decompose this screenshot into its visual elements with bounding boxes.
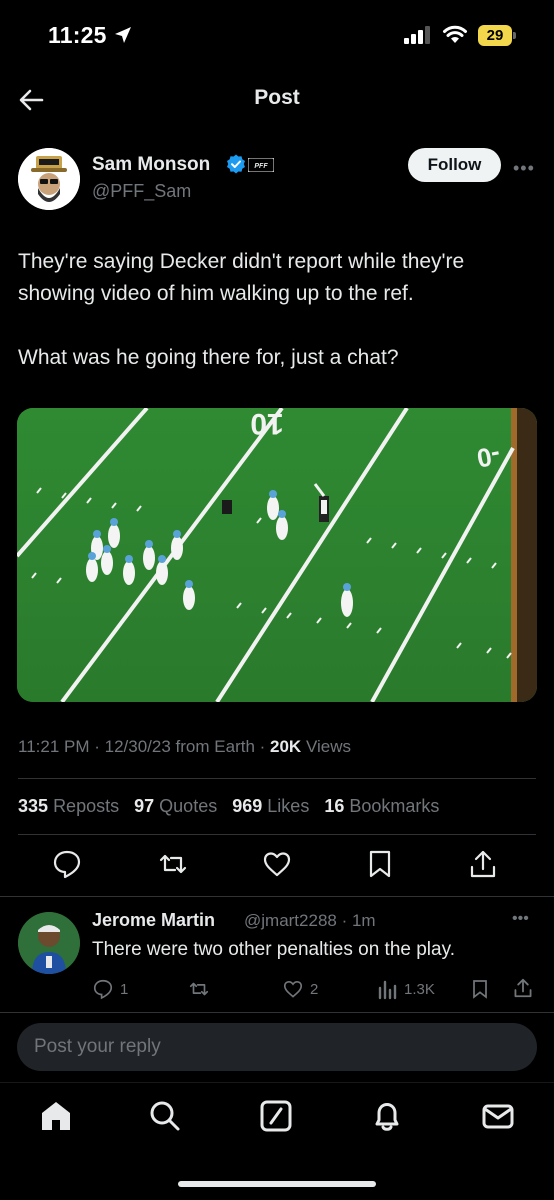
post-author: Sam Monson PFF @PFF_Sam Follow ••• — [18, 148, 538, 214]
reply-reply-button[interactable]: 1 — [92, 978, 128, 1000]
reply-likes-count: 2 — [310, 980, 319, 998]
pff-badge-text: PFF — [254, 163, 268, 170]
reply-bookmark-icon[interactable] — [470, 978, 490, 1000]
grok-icon[interactable] — [259, 1099, 293, 1133]
like-icon — [283, 980, 303, 998]
post-action-bar — [0, 848, 554, 884]
status-bar: 11:25 29 — [0, 0, 554, 70]
likes-stat[interactable]: 969 Likes — [232, 796, 309, 816]
reply-repost-button[interactable] — [188, 978, 210, 1000]
reply-replies-count: 1 — [120, 980, 129, 998]
reply-composer — [0, 1012, 554, 1082]
wifi-icon — [443, 25, 467, 43]
bookmark-icon[interactable] — [365, 848, 395, 880]
reply-author-name[interactable]: Jerome Martin — [92, 910, 215, 931]
views-label: Views — [305, 737, 351, 756]
like-icon[interactable] — [262, 848, 292, 880]
battery-indicator: 29 — [478, 25, 512, 46]
reply-icon — [93, 979, 113, 1000]
repost-icon[interactable] — [158, 848, 188, 880]
location-arrow-icon — [115, 27, 131, 43]
home-icon[interactable] — [39, 1099, 73, 1133]
author-avatar[interactable] — [18, 148, 80, 210]
post-meta: 11:21 PM · 12/30/23 from Earth · 20K Vie… — [18, 737, 351, 756]
messages-icon[interactable] — [481, 1099, 515, 1133]
author-handle[interactable]: @PFF_Sam — [92, 181, 191, 202]
views-icon — [378, 980, 397, 1000]
quotes-stat[interactable]: 97 Quotes — [134, 796, 217, 816]
reply-item[interactable]: Jerome Martin @jmart2288 · 1m ••• There … — [0, 900, 554, 1008]
repost-icon — [189, 982, 209, 996]
divider — [18, 778, 536, 779]
reply-share-icon[interactable] — [512, 977, 534, 999]
reply-avatar[interactable] — [18, 912, 80, 974]
search-icon[interactable] — [148, 1099, 182, 1133]
status-time: 11:25 — [48, 22, 107, 48]
more-options-icon[interactable]: ••• — [513, 158, 535, 179]
bookmarks-stat[interactable]: 16 Bookmarks — [324, 796, 439, 816]
reply-author-handle[interactable]: @jmart2288 · 1m — [244, 911, 376, 931]
reply-like-button[interactable]: 2 — [282, 978, 318, 1000]
post-date: 12/30/23 — [104, 737, 171, 756]
follow-button[interactable]: Follow — [408, 148, 501, 182]
post-media-image[interactable]: 10 -0 — [17, 408, 537, 702]
reply-views-button[interactable]: 1.3K — [376, 978, 435, 1000]
views-count: 20K — [270, 737, 302, 756]
reposts-stat[interactable]: 335 Reposts — [18, 796, 119, 816]
post-source: from Earth — [175, 737, 255, 756]
page-title: Post — [254, 86, 300, 109]
post-text: They're saying Decker didn't report whil… — [18, 250, 465, 369]
pff-affiliate-badge-icon: PFF — [248, 158, 274, 172]
cellular-signal-icon — [404, 26, 434, 44]
share-icon[interactable] — [468, 848, 498, 880]
reply-text: There were two other penalties on the pl… — [92, 939, 455, 960]
field-yard-number: 10 — [250, 408, 283, 440]
post-stats: 335 Reposts 97 Quotes 969 Likes 16 Bookm… — [18, 796, 449, 817]
reply-input[interactable] — [17, 1023, 537, 1071]
author-name[interactable]: Sam Monson — [92, 154, 210, 176]
top-nav: Post — [0, 70, 554, 130]
reply-more-icon[interactable]: ••• — [512, 910, 529, 928]
verified-badge-icon — [227, 154, 245, 174]
reply-views-count: 1.3K — [404, 980, 435, 998]
divider — [0, 896, 554, 897]
reply-icon[interactable] — [52, 848, 82, 880]
battery-tip — [513, 32, 516, 39]
post-time: 11:21 PM — [18, 737, 90, 756]
notifications-icon[interactable] — [370, 1099, 404, 1133]
divider — [18, 834, 536, 835]
home-indicator — [178, 1181, 376, 1187]
